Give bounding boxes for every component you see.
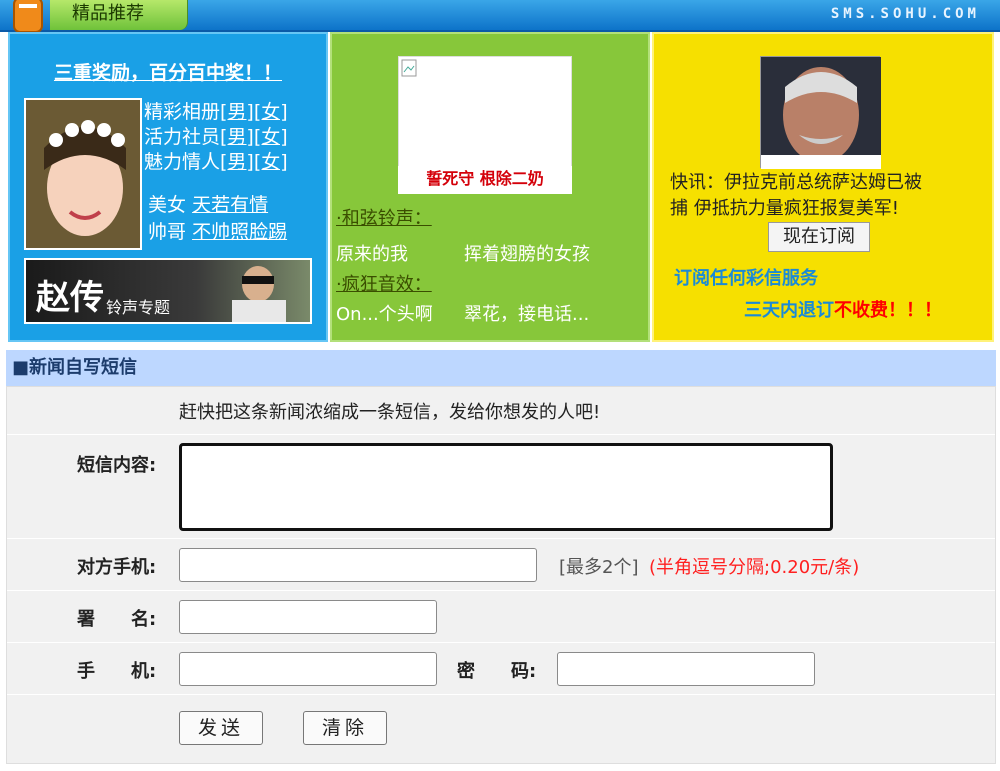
album-line: 精彩相册[男][女] — [144, 100, 288, 125]
girl-photo-art — [26, 100, 140, 248]
promo-row: 三重奖励，百分百中奖！！ 精彩相册[男][女] 活力社员[男][女] 魅力情人[… — [0, 32, 1000, 342]
phone-label: 对方手机: — [77, 557, 157, 578]
handsome-song-link[interactable]: 不帅照脸踢 — [192, 221, 287, 243]
brand-logo: SMS.SOHU.COM — [830, 6, 980, 22]
lover-line-label: 魅力情人 — [144, 151, 221, 173]
crazy-item-1[interactable]: On...个头啊 — [336, 300, 433, 326]
news-line-2: 捕 伊抵抗力量疯狂报复美军! — [670, 198, 899, 219]
button-row: 发送 清除 — [7, 695, 995, 761]
section-title: ■新闻自写短信 — [6, 350, 996, 386]
intro-row: 赶快把这条新闻浓缩成一条短信，发给你想发的人吧! — [7, 387, 995, 435]
signature-input[interactable] — [179, 600, 437, 634]
intro-text: 赶快把这条新闻浓缩成一条短信，发给你想发的人吧! — [179, 402, 601, 423]
chord-item-2[interactable]: 挥着翅膀的女孩 — [464, 240, 590, 266]
free-red-text: 不收费！！！ — [834, 300, 942, 321]
news-photo-art — [761, 57, 881, 169]
phone-hint-rule: (半角逗号分隔;0.20元/条) — [649, 557, 860, 578]
member-female-link[interactable]: [女] — [254, 126, 288, 148]
password-label: 密 码: — [457, 661, 537, 682]
news-flash[interactable]: 快讯：伊拉克前总统萨达姆已被 捕 伊抵抗力量疯狂报复美军! — [670, 170, 922, 222]
login-row: 手 机: 密 码: — [7, 643, 995, 695]
handsome-prefix: 帅哥 — [148, 221, 187, 243]
free-unsubscribe-text[interactable]: 三天内退订不收费！！！ — [744, 296, 942, 322]
member-male-link[interactable]: [男] — [220, 126, 254, 148]
recommend-tab-label: 精品推荐 — [50, 0, 188, 30]
free-prefix: 三天内退订 — [744, 300, 834, 321]
lover-line: 魅力情人[男][女] — [144, 150, 288, 175]
beauty-song-link[interactable]: 天若有情 — [192, 194, 268, 216]
girl-photo[interactable] — [24, 98, 142, 250]
chord-heading[interactable]: ·和弦铃声： — [336, 204, 432, 230]
crazy-heading-text: ·疯狂音效： — [336, 274, 432, 295]
phone-hint-count: [最多2个] — [559, 557, 639, 578]
password-input[interactable] — [557, 652, 815, 686]
zhao-banner-sub: 铃声专题 — [106, 298, 171, 317]
member-line: 活力社员[男][女] — [144, 125, 288, 150]
crazy-item-2[interactable]: 翠花，接电话... — [464, 300, 589, 326]
beauty-prefix: 美女 — [148, 194, 187, 216]
promo-green-panel: 誓死守 根除二奶 ·和弦铃声： 原来的我 挥着翅膀的女孩 ·疯狂音效： On..… — [330, 32, 650, 342]
top-bar: 精品推荐 SMS.SOHU.COM — [0, 0, 1000, 33]
sms-form: 赶快把这条新闻浓缩成一条短信，发给你想发的人吧! 短信内容: 对方手机: [最多… — [6, 386, 996, 764]
album-links: 精彩相册[男][女] 活力社员[男][女] 魅力情人[男][女] — [144, 100, 288, 175]
promo-blue-panel: 三重奖励，百分百中奖！！ 精彩相册[男][女] 活力社员[男][女] 魅力情人[… — [8, 32, 328, 342]
member-line-label: 活力社员 — [144, 126, 221, 148]
promo-yellow-panel: 快讯：伊拉克前总统萨达姆已被 捕 伊抵抗力量疯狂报复美军! 现在订阅 订阅任何彩… — [652, 32, 994, 342]
sms-content-textarea[interactable] — [179, 443, 833, 531]
song-links: 美女 天若有情 帅哥 不帅照脸踢 — [148, 192, 287, 246]
content-label: 短信内容: — [77, 455, 157, 476]
clear-button[interactable]: 清除 — [303, 711, 387, 745]
news-photo[interactable] — [760, 56, 881, 169]
album-line-label: 精彩相册 — [144, 101, 221, 123]
content-row: 短信内容: — [7, 435, 995, 539]
album-male-link[interactable]: [男] — [220, 101, 254, 123]
signature-row: 署 名: — [7, 591, 995, 643]
phone-row: 对方手机: [最多2个] (半角逗号分隔;0.20元/条) — [7, 539, 995, 591]
chord-heading-text: ·和弦铃声： — [336, 208, 432, 229]
subscribe-now-button[interactable]: 现在订阅 — [768, 222, 870, 252]
news-line-1: 快讯：伊拉克前总统萨达姆已被 — [670, 172, 922, 193]
anti-mistress-ad[interactable]: 誓死守 根除二奶 — [398, 166, 572, 194]
album-female-link[interactable]: [女] — [254, 101, 288, 123]
broken-image-icon — [401, 59, 417, 77]
recipient-phone-input[interactable] — [179, 548, 537, 582]
lover-male-link[interactable]: [男] — [220, 151, 254, 173]
lover-female-link[interactable]: [女] — [254, 151, 288, 173]
subscribe-any-text[interactable]: 订阅任何彩信服务 — [674, 264, 818, 290]
zhao-ringtone-banner[interactable]: 赵传 铃声专题 — [24, 258, 312, 324]
mobile-label: 手 机: — [77, 661, 157, 682]
signature-label: 署 名: — [77, 609, 157, 630]
zhao-banner-title: 赵传 — [36, 278, 104, 318]
promo-blue-title[interactable]: 三重奖励，百分百中奖！！ — [10, 58, 326, 85]
chord-item-1[interactable]: 原来的我 — [336, 240, 408, 266]
crazy-heading[interactable]: ·疯狂音效： — [336, 270, 432, 296]
mobile-input[interactable] — [179, 652, 437, 686]
singer-photo — [232, 266, 286, 322]
phone-icon — [13, 0, 43, 33]
send-button[interactable]: 发送 — [179, 711, 263, 745]
